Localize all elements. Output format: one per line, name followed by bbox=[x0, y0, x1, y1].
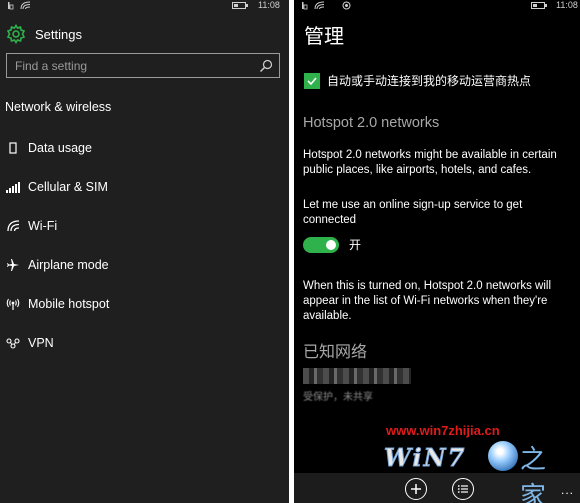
settings-panel: 11:08 Settings Network & wireless Data u… bbox=[0, 0, 289, 503]
nav-item-cellular-sim[interactable]: Cellular & SIM bbox=[0, 175, 289, 199]
add-button[interactable] bbox=[405, 478, 427, 500]
known-networks-heading: 已知网络 bbox=[303, 344, 368, 361]
status-bar: 11:08 bbox=[0, 0, 289, 12]
nav-item-wifi[interactable]: Wi-Fi bbox=[0, 214, 289, 238]
checkmark-icon bbox=[307, 76, 317, 85]
watermark-url: www.win7zhijia.cn bbox=[386, 423, 500, 438]
watermark-logo-tail: 之家 bbox=[520, 445, 547, 503]
data-usage-icon bbox=[5, 140, 21, 156]
nav-item-label: VPN bbox=[28, 336, 54, 350]
nav-item-label: Wi-Fi bbox=[28, 219, 58, 233]
signup-toggle-switch[interactable] bbox=[303, 236, 339, 253]
hotspot-icon bbox=[5, 296, 21, 312]
watermark-logo-text: WiN7 bbox=[383, 443, 467, 473]
wifi-icon bbox=[5, 218, 21, 234]
battery-icon bbox=[531, 2, 545, 9]
network-status: 受保护，未共享 bbox=[303, 392, 373, 403]
gear-icon bbox=[6, 24, 26, 44]
nav-item-label: Mobile hotspot bbox=[28, 297, 110, 311]
network-name-redacted bbox=[303, 368, 411, 384]
wifi-status-icon bbox=[314, 1, 325, 10]
checkbox-label: 自动或手动连接到我的移动运营商热点 bbox=[327, 74, 532, 88]
status-time: 11:08 bbox=[556, 0, 578, 10]
airplane-icon bbox=[5, 257, 21, 273]
settings-header: Settings bbox=[6, 22, 82, 46]
carrier-hotspot-checkbox-row[interactable]: 自动或手动连接到我的移动运营商热点 bbox=[304, 72, 531, 89]
select-button[interactable] bbox=[452, 478, 474, 500]
hotspot-heading: Hotspot 2.0 networks bbox=[303, 115, 440, 131]
wifi-status-icon bbox=[20, 1, 31, 10]
vpn-icon bbox=[5, 335, 21, 351]
status-bar: 11:08 bbox=[294, 0, 580, 12]
search-box[interactable] bbox=[6, 53, 280, 78]
nav-item-mobile-hotspot[interactable]: Mobile hotspot bbox=[0, 292, 289, 316]
watermark-logo: WiN7 之家 bbox=[380, 439, 570, 503]
battery-tip bbox=[545, 4, 547, 7]
signup-label: Let me use an online sign-up service to … bbox=[303, 199, 523, 226]
status-time: 11:08 bbox=[258, 0, 280, 10]
page-title: 管理 bbox=[304, 26, 344, 48]
toggle-state-label: 开 bbox=[349, 238, 362, 252]
nav-item-label: Cellular & SIM bbox=[28, 180, 108, 194]
list-select-icon bbox=[457, 485, 468, 493]
hotspot-description: Hotspot 2.0 networks might be available … bbox=[303, 149, 557, 176]
settings-title: Settings bbox=[35, 26, 82, 42]
toggle-description: When this is turned on, Hotspot 2.0 netw… bbox=[303, 280, 552, 322]
known-network-item[interactable]: 受保护，未共享 bbox=[303, 366, 443, 403]
search-input[interactable] bbox=[7, 54, 258, 77]
nav-item-vpn[interactable]: VPN bbox=[0, 331, 289, 355]
nav-item-airplane-mode[interactable]: Airplane mode bbox=[0, 253, 289, 277]
search-icon[interactable] bbox=[258, 58, 274, 74]
hotspot-status-icon bbox=[342, 1, 351, 10]
nav-item-label: Data usage bbox=[28, 141, 92, 155]
nav-item-data-usage[interactable]: Data usage bbox=[0, 136, 289, 160]
battery-icon bbox=[232, 2, 246, 9]
battery-tip bbox=[246, 4, 248, 7]
plus-icon bbox=[411, 484, 421, 494]
cellular-icon bbox=[5, 179, 21, 195]
watermark: www.win7zhijia.cn WiN7 之家 bbox=[380, 423, 580, 503]
windows-orb-icon bbox=[488, 441, 518, 471]
checkbox[interactable] bbox=[304, 72, 320, 89]
section-heading: Network & wireless bbox=[5, 100, 112, 114]
signup-toggle-row[interactable]: 开 bbox=[303, 236, 361, 253]
nav-item-label: Airplane mode bbox=[28, 258, 109, 272]
